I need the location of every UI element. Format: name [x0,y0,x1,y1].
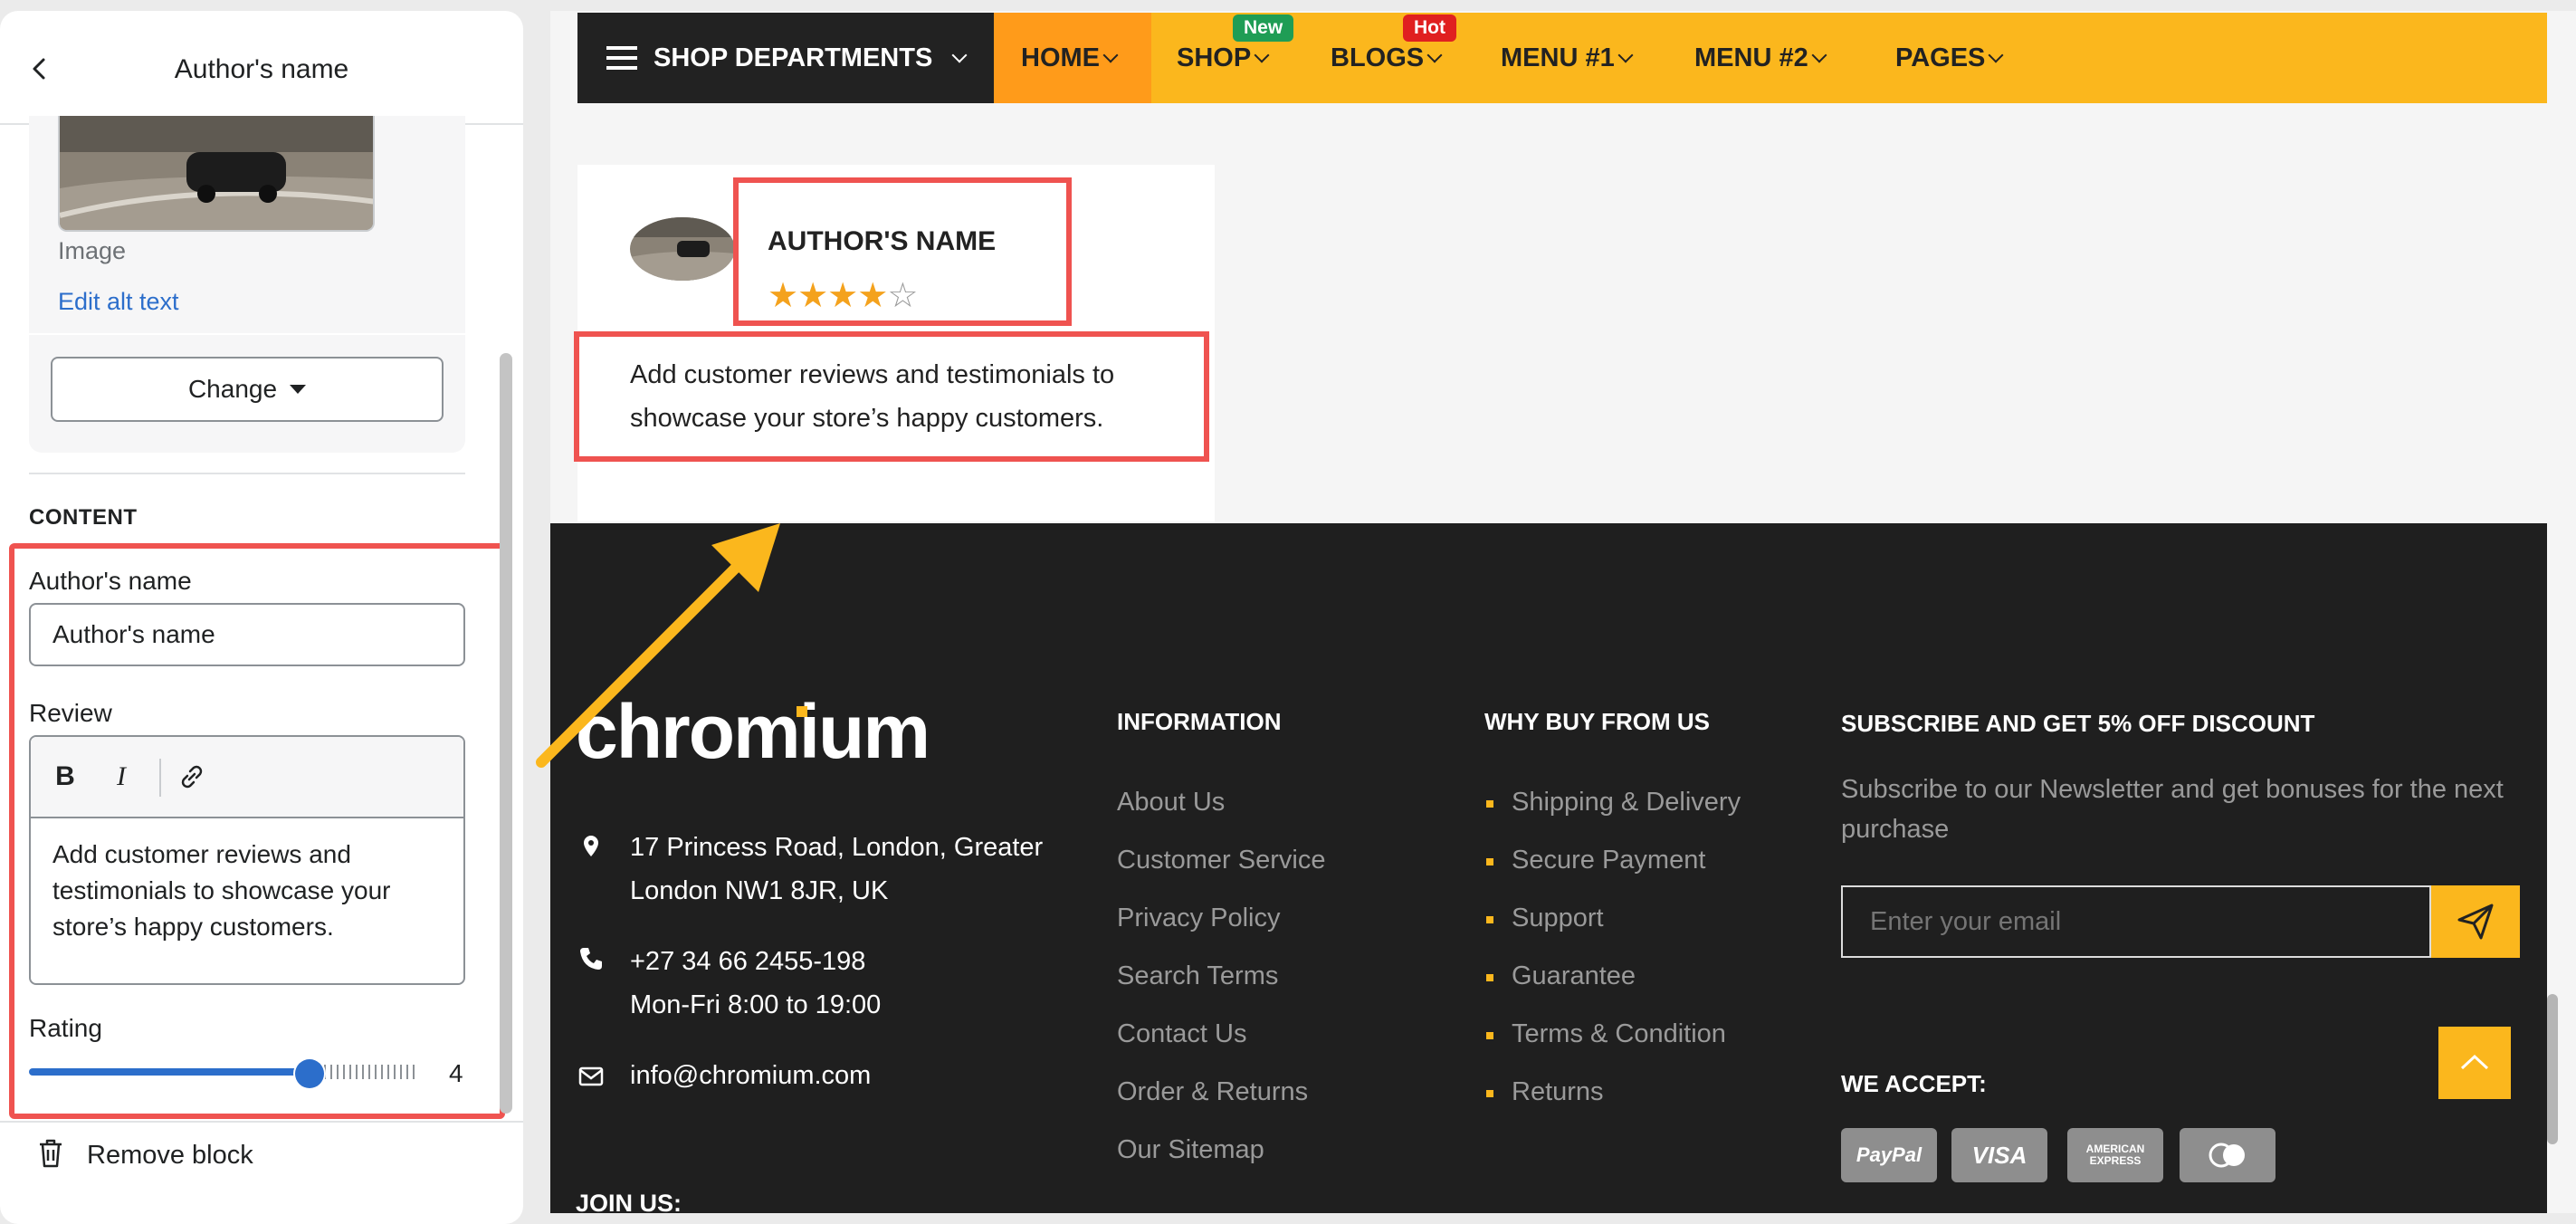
panel-title: Author's name [174,54,349,84]
nav-menu-1-label: MENU #1 [1501,43,1615,72]
edit-alt-text-link[interactable]: Edit alt text [58,288,179,316]
nav-menu-2[interactable]: MENU #2 [1694,13,1827,103]
footer-link[interactable]: Order & Returns [1117,1077,1308,1107]
bullet-icon [1486,974,1493,981]
chevron-down-icon [1617,47,1634,63]
caret-down-icon [290,385,307,394]
hot-badge: Hot [1403,14,1456,42]
footer-link[interactable]: About Us [1117,788,1225,818]
footer-link[interactable]: Secure Payment [1512,846,1705,875]
shop-departments-button[interactable]: SHOP DEPARTMENTS [577,13,994,103]
chevron-down-icon [1811,47,1827,63]
join-us-heading: JOIN US: [576,1190,682,1213]
mail-icon [578,1066,604,1086]
content-highlight-box [9,543,505,1119]
nav-home-label: HOME [1021,43,1100,72]
review-highlight-box [574,331,1209,462]
panel-footer-divider [0,1121,523,1123]
phone-icon [580,948,602,970]
chevron-down-icon [1426,47,1443,63]
bullet-icon [1486,1090,1493,1097]
hamburger-icon [606,46,637,70]
nav-shop-label: SHOP [1177,43,1252,72]
bullet-icon [1486,916,1493,923]
nav-pages[interactable]: PAGES [1895,13,2004,103]
annotation-arrow-icon [536,523,780,768]
chevron-down-icon [1102,47,1119,63]
amex-icon: AMERICAN EXPRESS [2067,1128,2163,1182]
author-highlight-box [733,177,1072,326]
section-divider [29,473,465,474]
image-card-divider [29,333,465,335]
content-heading: CONTENT [29,505,138,530]
preview-scrollbar[interactable] [2547,994,2558,1144]
chevron-up-icon [2460,1054,2489,1070]
paper-plane-icon [2457,904,2494,940]
footer-link[interactable]: Privacy Policy [1117,904,1281,933]
footer-link[interactable]: Our Sitemap [1117,1135,1264,1165]
subscribe-description: Subscribe to our Newsletter and get bonu… [1841,775,2504,844]
footer-link[interactable]: Terms & Condition [1512,1019,1726,1049]
change-button-label: Change [187,375,278,403]
author-avatar [630,217,735,281]
chevron-down-icon [951,47,968,63]
footer-link[interactable]: Contact Us [1117,1019,1246,1049]
footer-link[interactable]: Shipping & Delivery [1512,788,1741,818]
footer-link[interactable]: Customer Service [1117,846,1325,875]
mastercard-icon [2180,1128,2275,1182]
panel-header: Author's name [0,11,523,125]
why-buy-heading: WHY BUY FROM US [1484,708,1710,735]
information-heading: INFORMATION [1117,708,1282,735]
footer-link[interactable]: Guarantee [1512,961,1636,991]
nav-menu-2-label: MENU #2 [1694,43,1808,72]
phone-number[interactable]: +27 34 66 2455-198 [630,940,865,983]
trash-icon[interactable] [36,1137,65,1170]
bullet-icon [1486,800,1493,808]
address-line-2: London NW1 8JR, UK [630,876,889,905]
logo-accent-dot [797,706,807,717]
footer-link[interactable]: Returns [1512,1077,1604,1107]
panel-scrollbar[interactable] [500,353,512,1114]
change-image-button[interactable]: Change [51,357,444,422]
footer-link[interactable]: Search Terms [1117,961,1278,991]
subscribe-heading: SUBSCRIBE AND GET 5% OFF DISCOUNT [1841,710,2315,737]
back-to-top-button[interactable] [2438,1027,2511,1099]
bullet-icon [1486,1032,1493,1039]
nav-menu-1[interactable]: MENU #1 [1501,13,1634,103]
subscribe-button[interactable] [2431,885,2520,958]
remove-block-button[interactable]: Remove block [87,1141,253,1171]
new-badge: New [1233,14,1294,42]
opening-hours: Mon-Fri 8:00 to 19:00 [630,990,882,1019]
image-thumbnail[interactable] [58,116,375,232]
newsletter-email-input[interactable] [1841,885,2431,958]
we-accept-heading: WE ACCEPT: [1841,1070,1987,1097]
nav-pages-label: PAGES [1895,43,1986,72]
footer-link[interactable]: Support [1512,904,1604,933]
chevron-down-icon [1254,47,1270,63]
bullet-icon [1486,858,1493,865]
chevron-down-icon [1988,47,2004,63]
nav-home[interactable]: HOME [1021,13,1119,103]
visa-icon: VISA [1951,1128,2047,1182]
departments-label: SHOP DEPARTMENTS [654,43,933,72]
location-pin-icon [584,836,598,856]
footer-email[interactable]: info@chromium.com [630,1054,871,1097]
paypal-icon: PayPal [1841,1128,1937,1182]
image-label: Image [58,237,127,264]
address-line-1: 17 Princess Road, London, Greater [630,833,1044,862]
nav-blogs-label: BLOGS [1331,43,1425,72]
